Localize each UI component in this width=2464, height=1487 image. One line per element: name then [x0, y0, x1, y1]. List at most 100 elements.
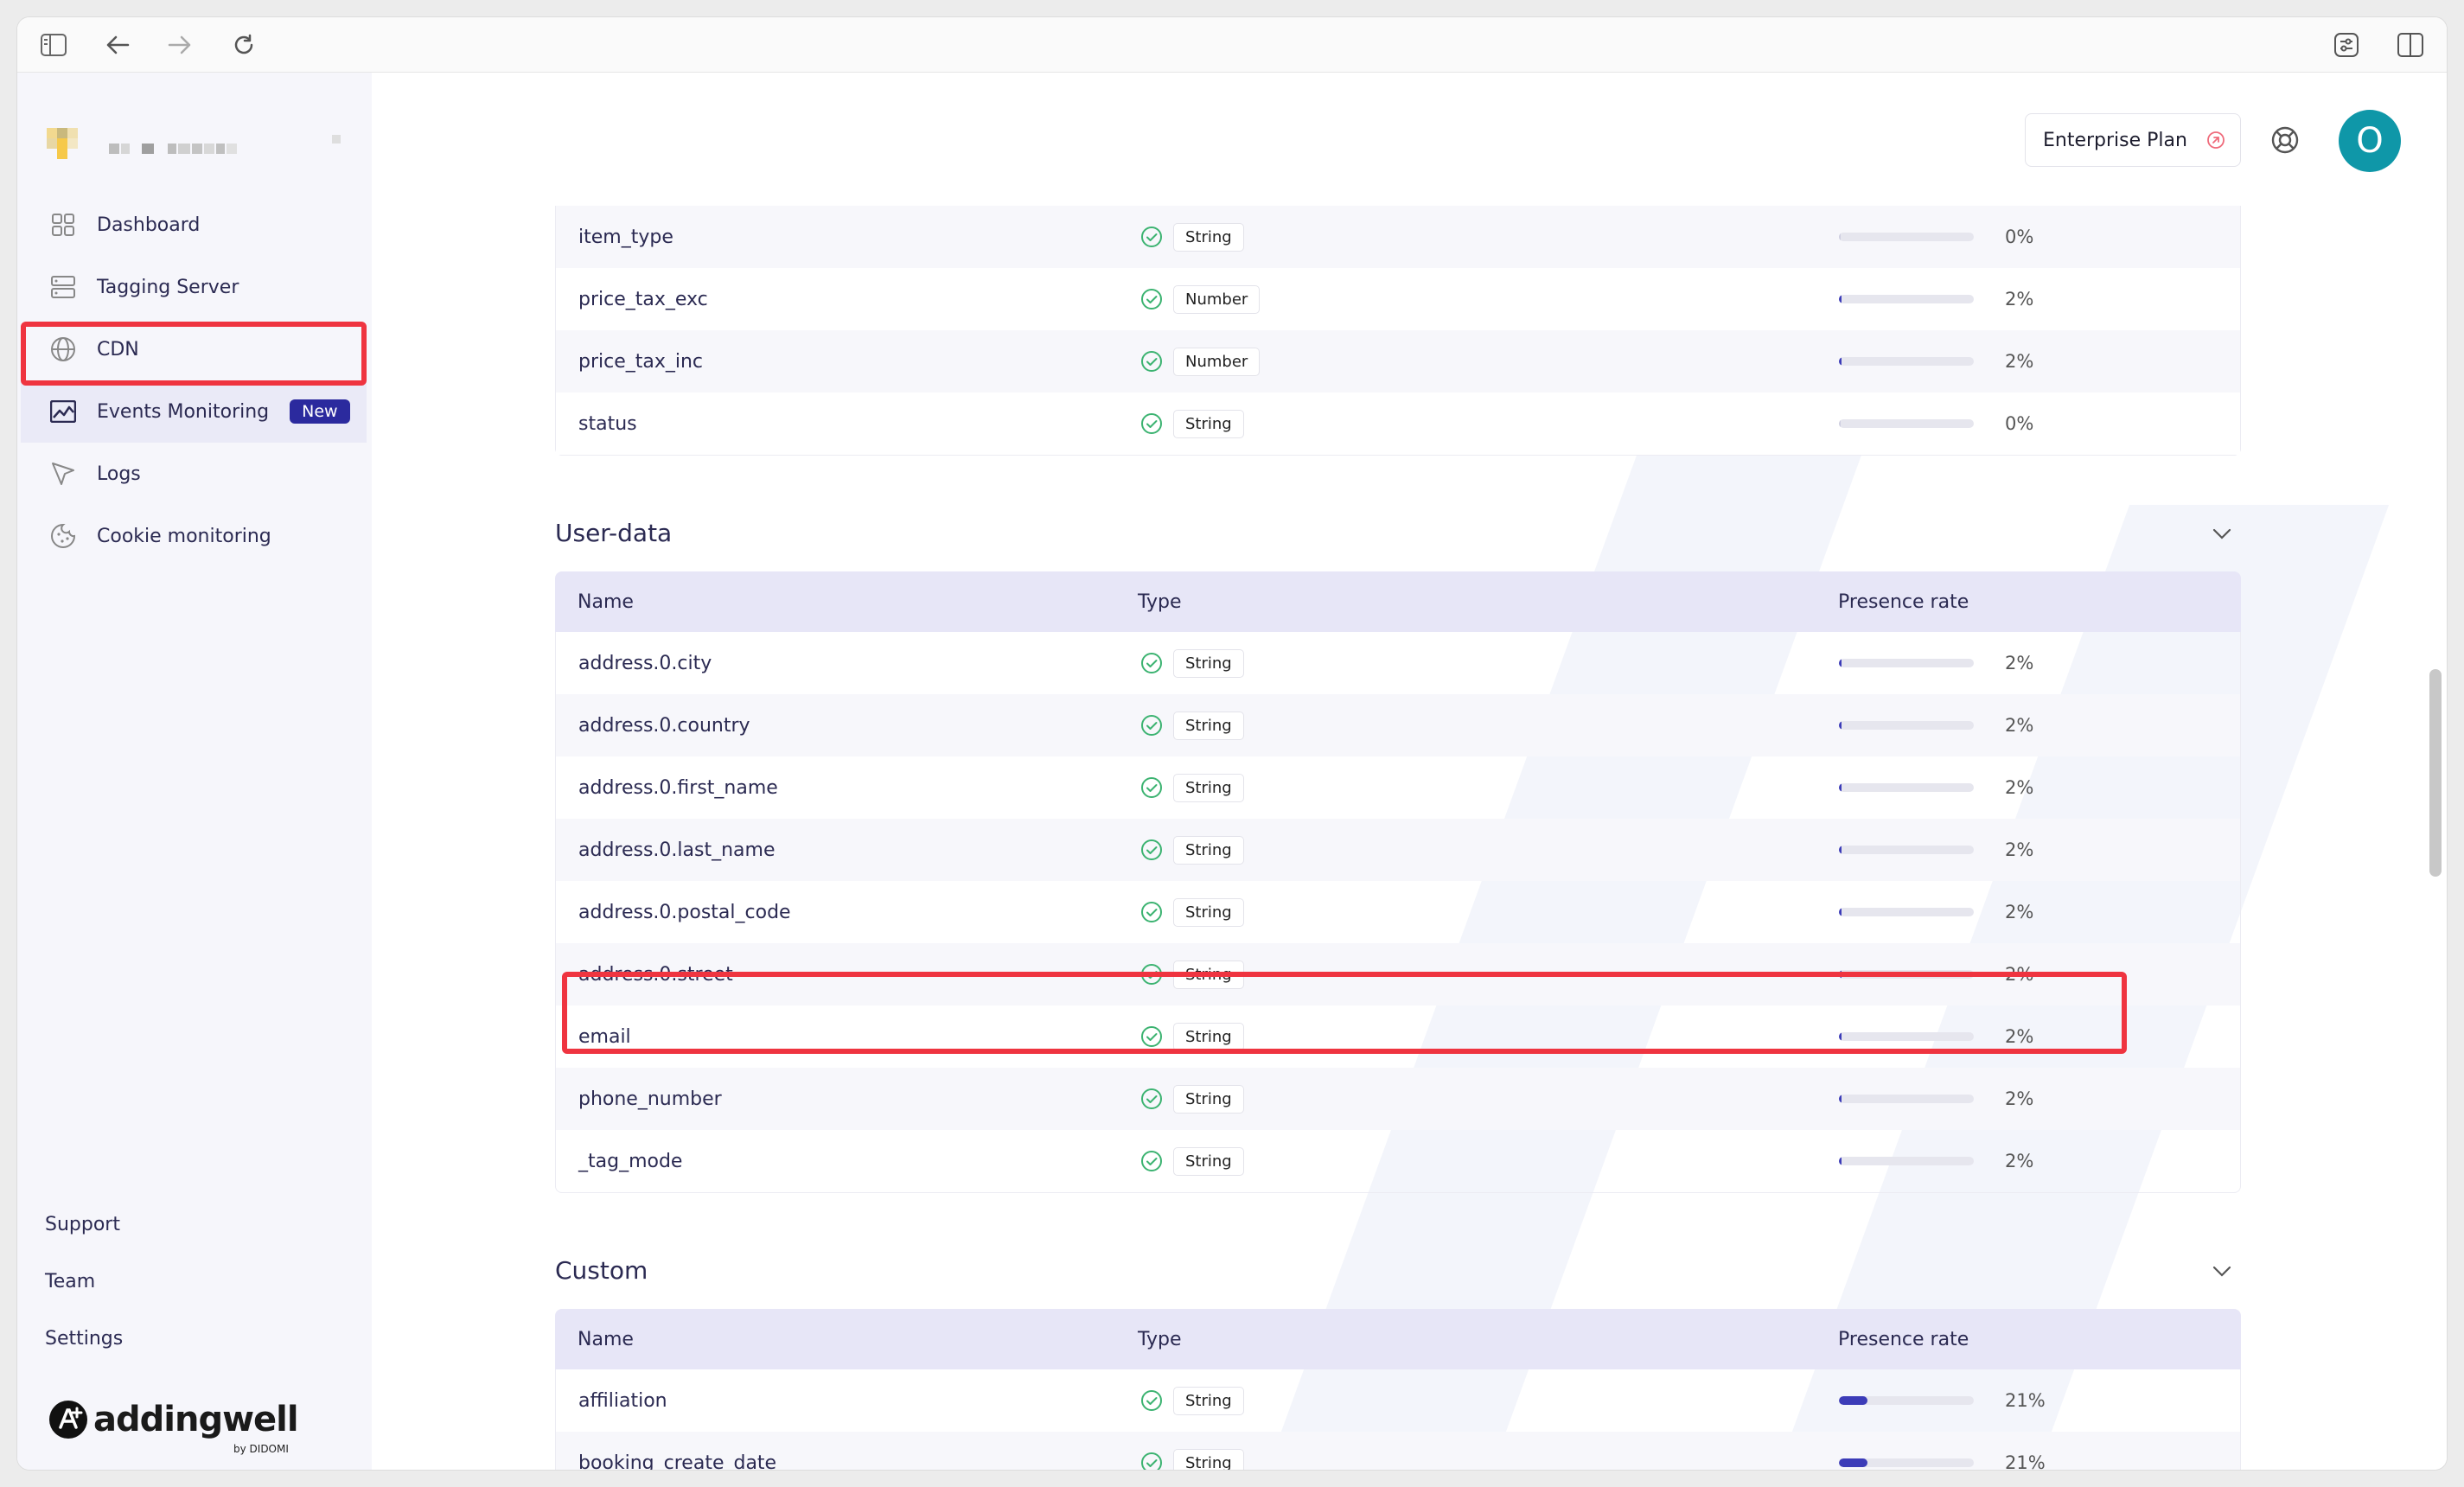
- check-circle-icon: [1141, 1390, 1162, 1411]
- section-title: User-data: [555, 518, 673, 547]
- type-badge: String: [1173, 773, 1244, 802]
- workspace-selector[interactable]: [47, 126, 341, 164]
- reload-icon[interactable]: [228, 29, 259, 61]
- presence-bar: [1839, 1458, 1974, 1467]
- table-row[interactable]: booking_create_date String 21%: [556, 1432, 2240, 1470]
- extensions-icon[interactable]: [2331, 29, 2362, 61]
- team-link[interactable]: Team: [45, 1254, 123, 1311]
- check-circle-icon: [1141, 1088, 1162, 1109]
- table-header: Name Type Presence rate: [555, 1309, 2241, 1369]
- presence-percent: 0%: [2005, 227, 2034, 247]
- table-row[interactable]: address.0.city String 2%: [556, 632, 2240, 694]
- table-row[interactable]: address.0.street String 2%: [556, 943, 2240, 1005]
- presence-bar: [1839, 1157, 1974, 1165]
- check-circle-icon: [1141, 227, 1162, 247]
- table-header: Name Type Presence rate: [555, 571, 2241, 632]
- sidebar-item-logs[interactable]: Logs: [21, 443, 367, 505]
- table-row[interactable]: affiliation String 21%: [556, 1369, 2240, 1432]
- table-row[interactable]: email String 2%: [556, 1005, 2240, 1068]
- server-icon: [48, 272, 78, 302]
- support-link[interactable]: Support: [45, 1197, 123, 1254]
- presence-bar: [1839, 1396, 1974, 1405]
- presence-bar-fill: [1839, 970, 1842, 979]
- chevron-down-icon[interactable]: [2212, 1260, 2232, 1281]
- sidebar-item-cookie-monitoring[interactable]: Cookie monitoring: [21, 505, 367, 567]
- field-name: address.0.city: [578, 652, 712, 674]
- field-name: address.0.first_name: [578, 776, 778, 799]
- back-arrow-icon[interactable]: [102, 29, 133, 61]
- presence-bar-fill: [1839, 1458, 1867, 1467]
- section-title: Custom: [555, 1255, 648, 1285]
- field-name: item_type: [578, 226, 673, 248]
- presence-bar-fill: [1839, 846, 1842, 854]
- presence-bar: [1839, 970, 1974, 979]
- presence-bar-fill: [1839, 357, 1842, 366]
- column-header-presence: Presence rate: [1838, 1328, 1969, 1350]
- cookie-icon: [48, 521, 78, 551]
- presence-bar: [1839, 721, 1974, 730]
- custom-section-header[interactable]: Custom: [555, 1231, 2241, 1309]
- check-circle-icon: [1141, 351, 1162, 372]
- table-row[interactable]: status String 0%: [556, 392, 2240, 455]
- enterprise-plan-button[interactable]: Enterprise Plan: [2025, 113, 2241, 167]
- presence-percent: 2%: [2005, 902, 2034, 922]
- sidebar-toggle-icon[interactable]: [38, 29, 69, 61]
- presence-percent: 2%: [2005, 1151, 2034, 1171]
- external-link-icon: [2207, 131, 2225, 149]
- column-header-type: Type: [1138, 590, 1182, 613]
- presence-bar-fill: [1839, 1157, 1842, 1165]
- table-row[interactable]: address.0.first_name String 2%: [556, 756, 2240, 819]
- check-circle-icon: [1141, 777, 1162, 798]
- brand-logo-icon: [49, 1401, 87, 1439]
- chevron-down-icon[interactable]: [2212, 523, 2232, 544]
- presence-percent: 2%: [2005, 653, 2034, 673]
- table-row[interactable]: address.0.postal_code String 2%: [556, 881, 2240, 943]
- sidebar-item-label: Cookie monitoring: [97, 525, 271, 547]
- check-circle-icon: [1141, 902, 1162, 922]
- presence-bar-fill: [1839, 908, 1842, 916]
- table-row[interactable]: item_type String 0%: [556, 206, 2240, 268]
- previous-section-table: item_type String 0% price_tax_exc Number 2% pr…: [555, 206, 2241, 456]
- user-avatar[interactable]: O: [2339, 110, 2401, 172]
- table-row[interactable]: _tag_mode String 2%: [556, 1130, 2240, 1192]
- settings-link[interactable]: Settings: [45, 1311, 123, 1368]
- type-badge: String: [1173, 960, 1244, 989]
- help-lifebuoy-icon[interactable]: [2269, 124, 2301, 156]
- check-circle-icon: [1141, 653, 1162, 673]
- top-bar: Enterprise Plan O: [372, 73, 2447, 206]
- forward-arrow-icon[interactable]: [164, 29, 195, 61]
- presence-bar: [1839, 908, 1974, 916]
- split-view-icon[interactable]: [2395, 29, 2426, 61]
- table-row[interactable]: price_tax_exc Number 2%: [556, 268, 2240, 330]
- sidebar-item-cdn[interactable]: CDN: [21, 318, 367, 380]
- field-name: affiliation: [578, 1389, 667, 1412]
- check-circle-icon: [1141, 1026, 1162, 1047]
- type-badge: Number: [1173, 284, 1261, 314]
- presence-bar-fill: [1839, 419, 1841, 428]
- field-name: address.0.street: [578, 963, 733, 986]
- field-name: price_tax_inc: [578, 350, 704, 373]
- sidebar-item-tagging-server[interactable]: Tagging Server: [21, 256, 367, 318]
- type-badge: String: [1173, 409, 1244, 438]
- table-row[interactable]: address.0.country String 2%: [556, 694, 2240, 756]
- sidebar-item-events-monitoring[interactable]: Events Monitoring New: [21, 380, 367, 443]
- field-name: _tag_mode: [578, 1150, 683, 1172]
- sidebar-item-dashboard[interactable]: Dashboard: [21, 194, 367, 256]
- check-circle-icon: [1141, 1452, 1162, 1470]
- check-circle-icon: [1141, 715, 1162, 736]
- grid-icon: [48, 210, 78, 239]
- brand-name: addingwell: [93, 1400, 299, 1439]
- presence-bar: [1839, 1095, 1974, 1103]
- user-data-section-header[interactable]: User-data: [555, 494, 2241, 571]
- table-row[interactable]: phone_number String 2%: [556, 1068, 2240, 1130]
- custom-table: affiliation String 21% booking_create_date S…: [555, 1369, 2241, 1470]
- sidebar-item-label: Events Monitoring: [97, 400, 270, 423]
- presence-bar-fill: [1839, 233, 1841, 241]
- presence-bar: [1839, 357, 1974, 366]
- scrollbar[interactable]: [2429, 669, 2442, 877]
- table-row[interactable]: price_tax_inc Number 2%: [556, 330, 2240, 392]
- presence-bar: [1839, 846, 1974, 854]
- field-name: phone_number: [578, 1088, 722, 1110]
- check-circle-icon: [1141, 964, 1162, 985]
- table-row[interactable]: address.0.last_name String 2%: [556, 819, 2240, 881]
